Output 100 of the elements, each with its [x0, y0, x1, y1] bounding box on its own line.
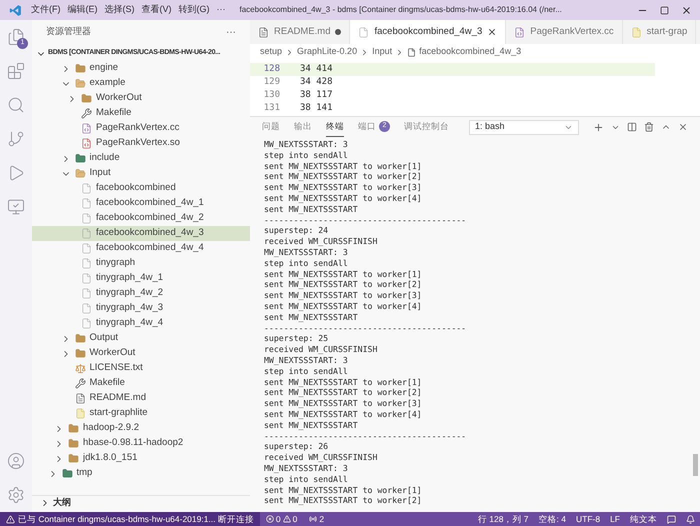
terminal-line: sent MW_NEXTSSSTART to worker[4]: [264, 192, 422, 204]
line-ending-status[interactable]: LF: [605, 512, 625, 526]
tree-item[interactable]: facebookcombined_4w_1: [32, 196, 250, 211]
terminal-line: sent MW_NEXTSSSTART to worker[1]: [264, 376, 422, 388]
add-icon[interactable]: [593, 122, 604, 132]
terminal-line: sent MW_NEXTSSSTART to worker[2]: [264, 279, 422, 290]
trash-icon[interactable]: [644, 122, 654, 132]
breadcrumb-item[interactable]: setup: [260, 45, 282, 59]
terminal-line: -----------------------------------------: [264, 322, 466, 334]
close-icon[interactable]: [681, 4, 692, 16]
close-icon[interactable]: [678, 122, 688, 132]
wrench-icon: [74, 378, 86, 389]
terminal-line: sent MW_NEXTSSSTART to worker[2]: [264, 495, 422, 506]
terminal-line: sent MW_NEXTSSSTART: [264, 420, 358, 431]
document-icon: [74, 393, 86, 404]
panel-tab[interactable]: 终端: [326, 117, 344, 137]
terminal-line: sent MW_NEXTSSSTART to worker[2]: [264, 387, 422, 398]
indentation-status[interactable]: 空格: 4: [534, 512, 571, 526]
script-file-icon: [630, 26, 642, 38]
tree-item[interactable]: hadoop-2.9.2: [32, 421, 250, 436]
maximize-icon[interactable]: [660, 6, 669, 14]
tree-item[interactable]: WorkerOut: [32, 91, 250, 106]
tree-item[interactable]: Input: [32, 166, 250, 181]
split-terminal-icon[interactable]: [627, 122, 637, 132]
tree-item[interactable]: tinygraph_4w_4: [32, 316, 250, 331]
code-line: 130 38 117: [262, 89, 334, 102]
terminal-line: sent MW_NEXTSSSTART to worker[1]: [264, 160, 422, 172]
scrollbar-thumb: [693, 454, 698, 476]
terminal-line: MW_NEXTSSSTART: 3: [264, 139, 348, 150]
breadcrumb-item[interactable]: facebookcombined_4w_3: [419, 45, 522, 59]
terminal-line: received WM_CURSSFINISH: [264, 236, 378, 247]
tree-item[interactable]: LICENSE.txt: [32, 361, 250, 376]
files-icon[interactable]: [7, 28, 25, 46]
tree-item[interactable]: Makefile: [32, 106, 250, 121]
menu-item[interactable]: ···: [216, 3, 226, 17]
outline-section[interactable]: 大纲: [32, 495, 250, 510]
license-icon: [74, 363, 86, 374]
close-icon[interactable]: [487, 27, 498, 37]
remote-status[interactable]: 已与 Container dingms/ucas-bdms-hw-u64-2019:1... 断开连接: [0, 512, 260, 526]
open-folder-icon: [74, 78, 86, 89]
panel-tab[interactable]: 输出: [294, 117, 312, 137]
folder-icon: [68, 438, 79, 449]
tree-item[interactable]: facebookcombined_4w_2: [32, 211, 250, 226]
tree-item[interactable]: PageRankVertex.so: [32, 136, 250, 151]
menu-item[interactable]: 查看(V): [142, 3, 172, 17]
terminal-select[interactable]: 1: bash: [469, 120, 579, 134]
bell-icon[interactable]: [686, 514, 695, 524]
menu-item[interactable]: 选择(S): [104, 3, 134, 17]
tree-item[interactable]: tinygraph: [32, 256, 250, 271]
tree-item[interactable]: example: [32, 76, 250, 91]
antenna-icon: [309, 515, 318, 523]
terminal-line: MW_NEXTSSSTART: 3: [264, 246, 348, 258]
language-status[interactable]: 纯文本: [625, 512, 662, 526]
tree-item[interactable]: README.md: [32, 391, 250, 406]
tree-item[interactable]: hbase-0.98.11-hadoop2: [32, 436, 250, 451]
menu-item[interactable]: 转到(G): [178, 3, 210, 17]
tree-item[interactable]: tinygraph_4w_1: [32, 271, 250, 286]
tree-item[interactable]: start-graphlite: [32, 406, 250, 421]
breadcrumb-item[interactable]: Input: [372, 45, 392, 59]
tree-item[interactable]: facebookcombined_4w_4: [32, 241, 250, 256]
file-icon: [81, 273, 92, 284]
terminal-line: MW_NEXTSSSTART: 3: [264, 354, 348, 366]
editor-tab[interactable]: PageRankVertex.cc: [506, 20, 623, 44]
terminal-line: superstep: 24: [264, 225, 328, 236]
encoding-status[interactable]: UTF-8: [570, 512, 606, 526]
file-icon: [81, 228, 92, 239]
more-actions[interactable]: ···: [226, 24, 236, 40]
file-icon: [81, 303, 92, 314]
tree-item[interactable]: include: [32, 151, 250, 166]
terminal-line: sent MW_NEXTSSSTART to worker[3]: [264, 182, 422, 193]
code-file-icon: [81, 123, 92, 134]
menu-item[interactable]: 文件(F): [31, 3, 60, 17]
folder-icon: [68, 423, 79, 434]
terminal-line: step into sendAll: [264, 474, 348, 484]
terminal-line: sent MW_NEXTSSSTART to worker[3]: [264, 290, 422, 301]
tree-item[interactable]: jdk1.8.0_151: [32, 451, 250, 466]
feedback-icon[interactable]: [667, 514, 676, 524]
tree-item[interactable]: tinygraph_4w_3: [32, 301, 250, 316]
tree-item[interactable]: tinygraph_4w_2: [32, 286, 250, 301]
folder-icon: [74, 333, 86, 344]
breadcrumb-item[interactable]: GraphLite-0.20: [297, 45, 358, 59]
menu-item[interactable]: 编辑(E): [68, 3, 98, 17]
tree-item[interactable]: Output: [32, 331, 250, 346]
cursor-position[interactable]: 行 128，列 7: [472, 512, 534, 526]
folder-icon: [74, 348, 86, 359]
tree-item[interactable]: Makefile: [32, 376, 250, 391]
panel-tab[interactable]: 问题: [262, 117, 280, 137]
tree-item[interactable]: facebookcombined_4w_3: [32, 226, 250, 241]
tree-item[interactable]: engine: [32, 61, 250, 76]
terminal-line: superstep: 25: [264, 333, 328, 344]
tree-item[interactable]: WorkerOut: [32, 346, 250, 361]
problems-status[interactable]: 0 0: [260, 512, 304, 526]
terminal-line: sent MW_NEXTSSSTART to worker[1]: [264, 484, 422, 496]
editor-tab[interactable]: facebookcombined_4w_3: [350, 20, 506, 44]
code-editor-logo-icon: [9, 4, 22, 16]
tree-item[interactable]: PageRankVertex.cc: [32, 121, 250, 136]
ports-status[interactable]: 2: [303, 512, 330, 526]
tree-item[interactable]: tmp: [32, 466, 250, 481]
tree-item[interactable]: facebookcombined: [32, 181, 250, 196]
terminal-line: received WM_CURSSFINISH: [264, 344, 378, 355]
